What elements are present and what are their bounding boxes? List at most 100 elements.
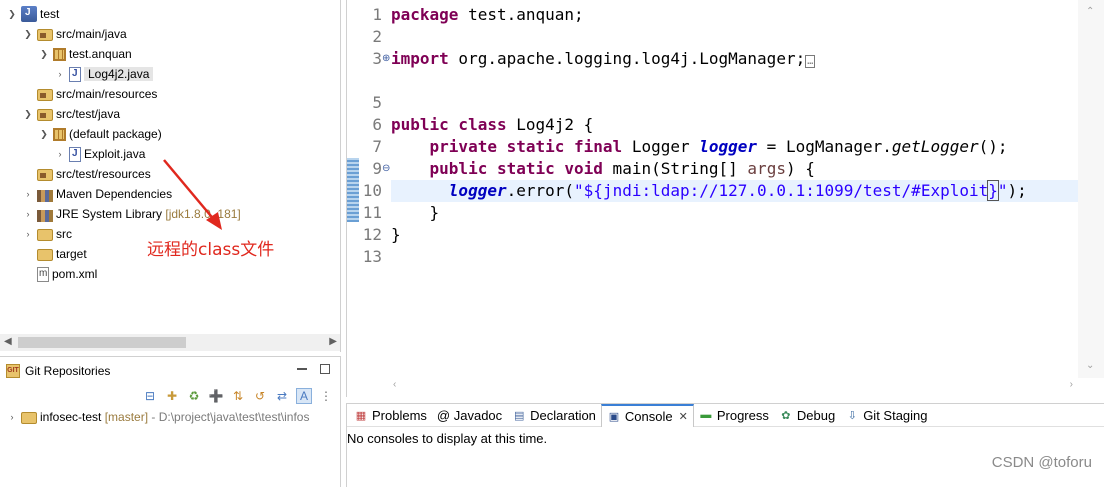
- line-number: 7: [372, 137, 382, 156]
- chevron-right-icon[interactable]: ›: [6, 411, 18, 423]
- tree-item-package-test-anquan[interactable]: ❯ test.anquan: [38, 44, 132, 64]
- code-line-11: }: [391, 203, 440, 222]
- tab-declaration[interactable]: ▤ Declaration: [507, 404, 601, 427]
- tree-item-pom-xml[interactable]: pom.xml: [22, 264, 97, 284]
- link-with-editor-icon[interactable]: ⇄: [274, 388, 290, 404]
- java-project-icon: [21, 6, 37, 22]
- chevron-down-icon[interactable]: ❯: [6, 8, 18, 20]
- editor-horizontal-scrollbar[interactable]: ‹ ›: [387, 378, 1079, 395]
- line-number: 12: [362, 225, 382, 244]
- chevron-right-icon[interactable]: ›: [22, 208, 34, 220]
- tree-item-label: test.anquan: [69, 47, 132, 61]
- code-line-3: import org.apache.logging.log4j.LogManag…: [391, 49, 816, 68]
- debug-icon: ✿: [781, 409, 791, 422]
- bracket-match: }: [987, 180, 999, 201]
- tree-item-src-main-resources[interactable]: src/main/resources: [22, 84, 157, 104]
- git-repositories-view: GIT Git Repositories ⊟ ✚ ♻ ➕ ⇅ ↺ ⇄ A ⋮ ›…: [0, 356, 341, 487]
- tree-item-src-main-java[interactable]: ❯ src/main/java: [22, 24, 127, 44]
- chevron-right-icon[interactable]: ›: [22, 188, 34, 200]
- package-explorer: ❯ test ❯ src/main/java ❯ test.anquan › L…: [0, 0, 341, 352]
- close-icon[interactable]: ✕: [679, 410, 688, 423]
- tree-item-label: Exploit.java: [84, 147, 146, 161]
- code-editor[interactable]: 1 2 3 ⊕ 5 6 7 9 ⊖ 10 11 12 13 package te…: [346, 0, 1104, 397]
- chevron-right-icon[interactable]: ›: [22, 228, 34, 240]
- scroll-right-icon[interactable]: ›: [1070, 379, 1073, 390]
- tree-item-src-test-java[interactable]: ❯ src/test/java: [22, 104, 120, 124]
- scroll-down-icon[interactable]: ⌄: [1086, 360, 1094, 371]
- tab-javadoc[interactable]: @ Javadoc: [432, 404, 507, 427]
- bottom-tab-bar: ▦ Problems @ Javadoc ▤ Declaration ▣ Con…: [347, 403, 1104, 427]
- tab-git-staging[interactable]: ⇩ Git Staging: [840, 404, 932, 427]
- source-folder-icon: [37, 89, 53, 101]
- repo-path: - D:\project\java\test\test\infos: [151, 410, 310, 424]
- git-repository-icon: [21, 412, 37, 424]
- annotation-arrow-icon: [163, 159, 222, 230]
- tree-item-label: Log4j2.java: [84, 67, 154, 81]
- tree-item-project[interactable]: ❯ test: [6, 4, 59, 24]
- tree-item-target[interactable]: target: [22, 244, 87, 264]
- tree-item-label: (default package): [69, 127, 162, 141]
- chevron-right-icon[interactable]: ›: [54, 68, 66, 80]
- tab-console[interactable]: ▣ Console ✕: [600, 403, 694, 427]
- tree-item-label: src/main/resources: [56, 87, 158, 101]
- scroll-right-icon[interactable]: ▶: [329, 336, 337, 347]
- tab-problems[interactable]: ▦ Problems: [349, 404, 432, 427]
- folded-imports-icon[interactable]: …: [805, 55, 816, 68]
- java-file-icon: [69, 146, 81, 162]
- line-number: 11: [362, 203, 382, 222]
- tab-progress[interactable]: ▬ Progress: [694, 404, 774, 427]
- tree-item-default-package[interactable]: ❯ (default package): [38, 124, 162, 144]
- view-title[interactable]: Git Repositories: [25, 364, 110, 378]
- filter-icon[interactable]: A: [296, 388, 312, 404]
- git-view-header: GIT Git Repositories: [0, 357, 340, 385]
- xml-file-icon: [37, 266, 49, 282]
- tree-item-exploit-java[interactable]: › Exploit.java: [54, 144, 145, 164]
- package-icon: [53, 127, 66, 141]
- repo-name: infosec-test: [40, 410, 102, 424]
- chevron-down-icon[interactable]: ❯: [22, 108, 34, 120]
- tab-debug[interactable]: ✿ Debug: [774, 404, 840, 427]
- scroll-up-icon[interactable]: ⌃: [1086, 6, 1094, 17]
- code-area[interactable]: package test.anquan; import org.apache.l…: [391, 0, 1079, 378]
- bottom-panel: ▦ Problems @ Javadoc ▤ Declaration ▣ Con…: [346, 403, 1104, 487]
- chevron-down-icon[interactable]: ❯: [22, 28, 34, 40]
- minimize-icon[interactable]: [297, 364, 307, 374]
- fold-expand-icon[interactable]: ⊕: [382, 53, 390, 64]
- editor-vertical-scrollbar[interactable]: ⌃ ⌄: [1078, 0, 1104, 378]
- source-folder-icon: [37, 29, 53, 41]
- add-repository-icon[interactable]: ✚: [164, 388, 180, 404]
- maximize-icon[interactable]: [320, 364, 330, 374]
- tree-item-src-test-resources[interactable]: src/test/resources: [22, 164, 151, 184]
- chevron-down-icon[interactable]: ❯: [38, 128, 50, 140]
- tree-item-log4j2-java[interactable]: › Log4j2.java: [54, 64, 154, 84]
- line-number: 2: [372, 27, 382, 46]
- tree-item-label: src/main/java: [56, 27, 127, 41]
- chevron-down-icon[interactable]: ❯: [38, 48, 50, 60]
- scroll-left-icon[interactable]: ‹: [393, 379, 396, 390]
- tree-item-src[interactable]: › src: [22, 224, 72, 244]
- git-repository-item[interactable]: › infosec-test [master] - D:\project\jav…: [0, 407, 340, 427]
- code-line-12: }: [391, 225, 401, 244]
- view-menu-icon[interactable]: ⋮: [318, 388, 334, 404]
- line-number: 9: [372, 159, 382, 178]
- console-icon: ▣: [608, 410, 620, 423]
- declaration-icon: ▤: [513, 409, 525, 422]
- tree-item-label: Maven Dependencies: [56, 187, 173, 201]
- folder-icon: [37, 249, 53, 261]
- code-line-1: package test.anquan;: [391, 5, 584, 24]
- tree-item-maven-dependencies[interactable]: › Maven Dependencies: [22, 184, 172, 204]
- clone-repository-icon[interactable]: ♻: [186, 388, 202, 404]
- package-icon: [53, 47, 66, 61]
- git-repositories-icon: GIT: [6, 364, 20, 378]
- collapse-all-icon[interactable]: ⊟: [142, 388, 158, 404]
- fold-collapse-icon[interactable]: ⊖: [382, 163, 390, 174]
- fetch-icon[interactable]: ⇅: [230, 388, 246, 404]
- code-line-10-current: logger.error("${jndi:ldap://127.0.0.1:10…: [391, 180, 1079, 202]
- explorer-horizontal-scrollbar[interactable]: ◀ ▶: [0, 334, 340, 351]
- chevron-right-icon[interactable]: ›: [54, 148, 66, 160]
- create-repository-icon[interactable]: ➕: [208, 388, 224, 404]
- problems-icon: ▦: [355, 409, 367, 422]
- scroll-left-icon[interactable]: ◀: [4, 336, 12, 347]
- pull-icon[interactable]: ↺: [252, 388, 268, 404]
- scrollbar-thumb[interactable]: [18, 337, 186, 348]
